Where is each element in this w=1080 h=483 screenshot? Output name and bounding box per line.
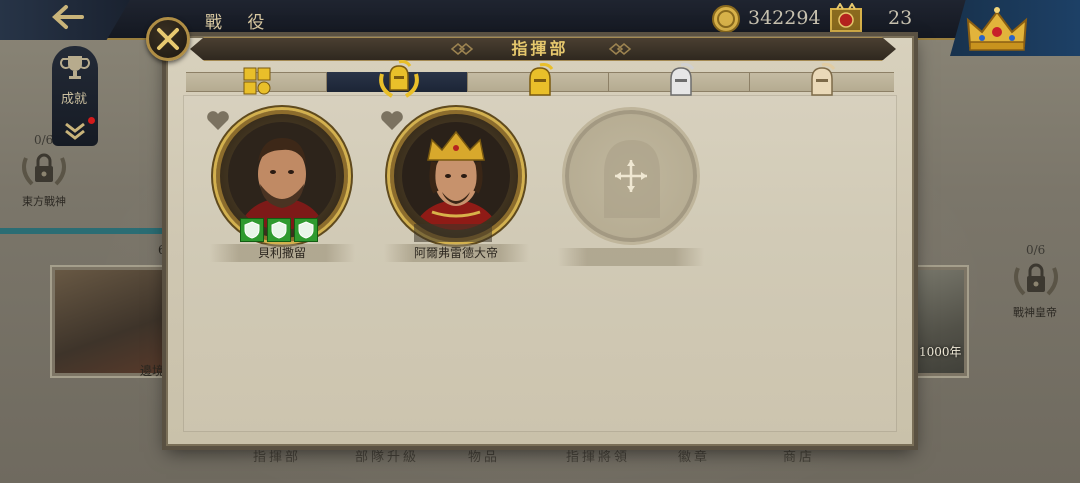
nav-generals[interactable]: 指揮將領 (566, 446, 630, 465)
notification-dot (88, 117, 95, 124)
shield-icon (298, 221, 314, 239)
add-icon[interactable] (612, 157, 650, 195)
silver-helmet-icon (670, 63, 695, 96)
hero-name: 貝利撒留 (257, 246, 306, 260)
gold-helmet-icon (529, 63, 554, 96)
achievement-label: 成就 (61, 92, 88, 107)
close-icon[interactable] (155, 26, 181, 52)
east-war-god-label: 東方戰神 (22, 195, 66, 208)
locked-laurel-icon[interactable] (1010, 258, 1062, 300)
grid-icon (243, 67, 271, 95)
heart-icon[interactable] (206, 110, 230, 132)
gold-coin-icon (712, 5, 740, 33)
shield-icon (244, 221, 260, 239)
locked-laurel-icon[interactable] (18, 148, 70, 190)
belisarius-portrait[interactable] (228, 122, 336, 230)
empty-slot-name-plate (558, 248, 704, 266)
coin-count: 342294 (748, 7, 821, 29)
nav-badges[interactable]: 徽章 (678, 446, 710, 465)
alfred-the-great-portrait[interactable] (402, 122, 510, 230)
emblem-count: 23 (888, 7, 913, 29)
heart-icon[interactable] (380, 110, 404, 132)
stage-card-1000[interactable] (905, 265, 969, 378)
shield-icon (271, 221, 287, 239)
back-arrow-icon[interactable] (52, 4, 84, 30)
chevron-down-icon[interactable] (63, 120, 87, 140)
hero-name: 阿爾弗雷德大帝 (413, 246, 498, 260)
nav-shop[interactable]: 商店 (783, 446, 815, 465)
screen-title: 戰 役 (205, 13, 275, 33)
emperor-progress: 0/6 (1026, 243, 1046, 257)
stage-number: 6 (158, 243, 166, 257)
gold-laurel-helmet-icon (379, 60, 419, 98)
stage-border-label: 邊境 (140, 364, 165, 378)
east-progress: 0/6 (34, 133, 54, 147)
stage-year: 1000年 (919, 345, 962, 359)
emblem-icon (830, 3, 862, 32)
progress-line (0, 228, 170, 234)
war-god-emperor-label: 戰神皇帝 (1013, 306, 1057, 319)
nav-items[interactable]: 物品 (468, 446, 500, 465)
nav-troop-upgrade[interactable]: 部隊升級 (355, 446, 419, 465)
nav-command[interactable]: 指揮部 (253, 446, 301, 465)
bronze-helmet-icon (811, 63, 836, 96)
level-marks (414, 224, 492, 242)
